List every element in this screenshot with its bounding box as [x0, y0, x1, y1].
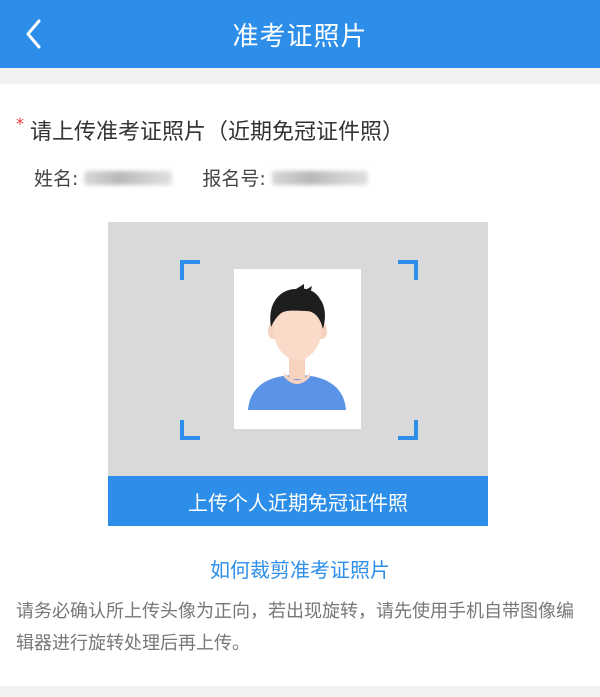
crop-corner-top-left	[180, 260, 200, 280]
name-label: 姓名:	[34, 168, 79, 190]
person-avatar-icon	[248, 284, 346, 410]
crop-corner-bottom-right	[398, 420, 418, 440]
upload-tip: 请务必确认所上传头像为正向，若出现旋转，请先使用手机自带图像编辑器进行旋转处理后…	[16, 601, 574, 654]
photo-placeholder	[234, 269, 361, 429]
photo-upload-area[interactable]	[108, 222, 488, 476]
crop-corner-top-right	[398, 260, 418, 280]
upload-card: * 请上传准考证照片（近期免冠证件照） 姓名: 报名号: 上传个人近期免冠证件照…	[0, 84, 600, 686]
page-title: 准考证照片	[232, 21, 368, 52]
candidate-info: 姓名: 报名号:	[34, 164, 368, 191]
back-button[interactable]	[10, 10, 58, 58]
crop-guide-link[interactable]: 如何裁剪准考证照片	[0, 554, 600, 583]
required-mark: *	[16, 114, 24, 133]
exam-no-value-redacted	[271, 170, 368, 185]
section-title-text: 请上传准考证照片（近期免冠证件照）	[30, 120, 405, 145]
section-title: * 请上传准考证照片（近期免冠证件照）	[16, 114, 404, 146]
exam-no-label: 报名号:	[202, 168, 266, 190]
upload-photo-button[interactable]: 上传个人近期免冠证件照	[108, 476, 488, 526]
nav-bar: 准考证照片	[0, 0, 600, 68]
crop-corner-bottom-left	[180, 420, 200, 440]
chevron-left-icon	[26, 19, 41, 49]
name-value-redacted	[84, 170, 173, 185]
